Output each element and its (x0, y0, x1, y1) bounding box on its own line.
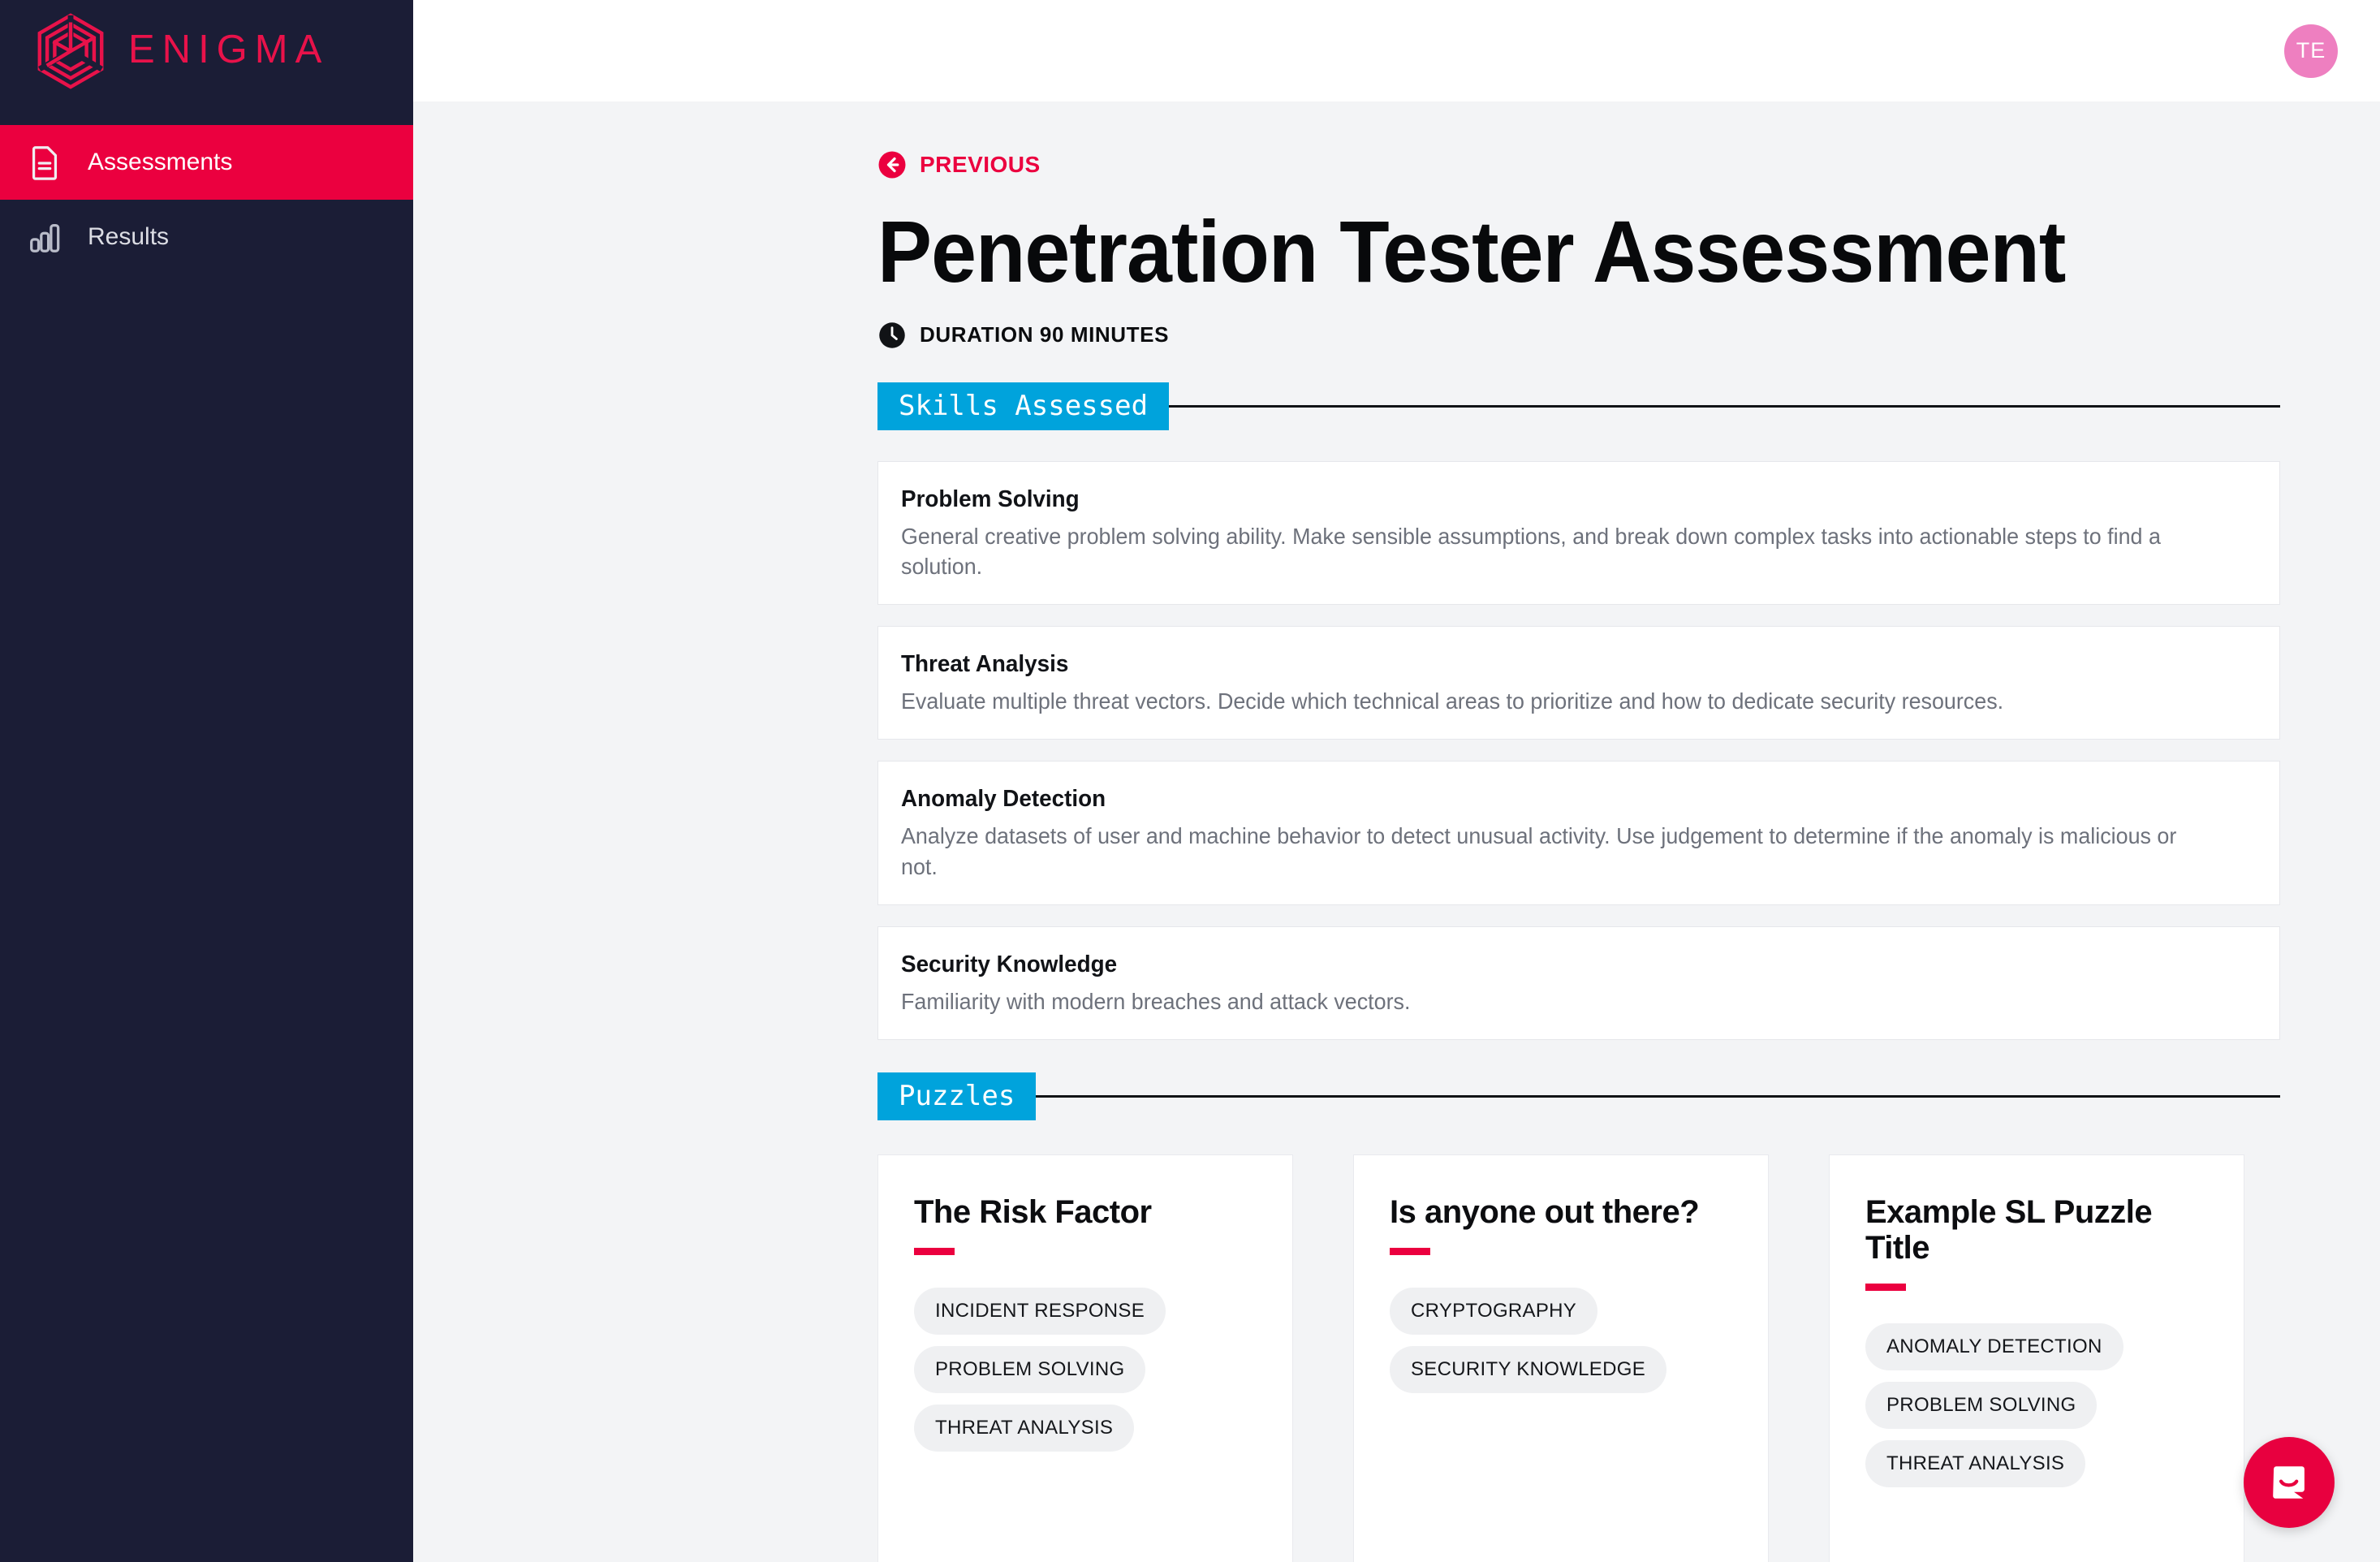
skill-description: Analyze datasets of user and machine beh… (901, 823, 2177, 879)
arrow-left-circle-icon (878, 151, 906, 179)
puzzle-tag: THREAT ANALYSIS (914, 1405, 1135, 1452)
section-rule (1036, 1095, 2280, 1098)
skills-section-badge: Skills Assessed (877, 382, 1170, 430)
skill-description: General creative problem solving ability… (901, 523, 2161, 579)
puzzle-title: Is anyone out there? (1390, 1194, 1700, 1231)
content-scroll: PREVIOUS Penetration Tester Assessment D… (413, 101, 2380, 1562)
content-inner: PREVIOUS Penetration Tester Assessment D… (877, 101, 2380, 1562)
puzzle-tag: PROBLEM SOLVING (914, 1346, 1146, 1394)
assessment-duration: DURATION 90 MINUTES (877, 321, 2380, 350)
accent-bar (1865, 1284, 1906, 1292)
sidebar-item-assessments[interactable]: Assessments (0, 125, 413, 200)
puzzle-card: Is anyone out there? CRYPTOGRAPHY SECURI… (1353, 1154, 1769, 1562)
puzzle-tags: INCIDENT RESPONSE PROBLEM SOLVING THREAT… (914, 1288, 1257, 1452)
puzzle-card: Example SL Puzzle Title ANOMALY DETECTIO… (1829, 1154, 2244, 1562)
puzzle-tags: CRYPTOGRAPHY SECURITY KNOWLEDGE (1390, 1288, 1732, 1394)
sidebar-item-results[interactable]: Results (0, 200, 413, 274)
puzzle-tag: SECURITY KNOWLEDGE (1390, 1346, 1667, 1394)
avatar[interactable]: TE (2284, 24, 2338, 78)
skill-card: Anomaly Detection Analyze datasets of us… (877, 761, 2280, 905)
skill-card: Problem Solving General creative problem… (877, 460, 2280, 606)
puzzle-tag: CRYPTOGRAPHY (1390, 1288, 1598, 1335)
skill-title: Problem Solving (901, 485, 1080, 512)
accent-bar (914, 1248, 955, 1256)
skill-title: Anomaly Detection (901, 786, 1106, 813)
sidebar-item-label: Assessments (88, 149, 233, 175)
skill-card: Threat Analysis Evaluate multiple threat… (877, 626, 2280, 740)
chat-launcher-button[interactable] (2244, 1437, 2335, 1528)
bar-chart-icon (30, 223, 60, 252)
skill-description: Evaluate multiple threat vectors. Decide… (901, 688, 2004, 714)
skill-card: Security Knowledge Familiarity with mode… (877, 926, 2280, 1041)
main-area: TE PREVIOUS Penetration Tester Assessmen… (413, 0, 2380, 1562)
enigma-hex-logo-icon (37, 13, 104, 89)
puzzle-tag: ANOMALY DETECTION (1865, 1323, 2123, 1371)
skill-title: Threat Analysis (901, 651, 1069, 678)
duration-label: DURATION 90 MINUTES (920, 322, 1170, 347)
puzzles-section-header: Puzzles (877, 1072, 2280, 1121)
skills-list: Problem Solving General creative problem… (877, 460, 2280, 1041)
puzzle-card: The Risk Factor INCIDENT RESPONSE PROBLE… (877, 1154, 1293, 1562)
sidebar: ENIGMA Assessments Results (0, 0, 413, 1562)
chat-bubble-smile-icon (2273, 1466, 2305, 1499)
puzzles-section-badge: Puzzles (877, 1072, 1037, 1121)
puzzle-tag: INCIDENT RESPONSE (914, 1288, 1166, 1335)
previous-label: PREVIOUS (920, 152, 1041, 177)
clock-icon (879, 321, 905, 348)
skill-description: Familiarity with modern breaches and att… (901, 988, 1411, 1014)
topbar: TE (413, 0, 2380, 101)
section-rule (1169, 404, 2280, 408)
skills-section-header: Skills Assessed (877, 382, 2280, 430)
sidebar-nav: Assessments Results (0, 125, 413, 274)
puzzle-tags: ANOMALY DETECTION PROBLEM SOLVING THREAT… (1865, 1323, 2208, 1488)
page-title: Penetration Tester Assessment (877, 202, 2066, 300)
brand-name: ENIGMA (128, 27, 330, 71)
accent-bar (1390, 1248, 1430, 1256)
previous-link[interactable]: PREVIOUS (877, 150, 1041, 179)
document-icon (32, 146, 58, 180)
sidebar-item-label: Results (88, 223, 170, 250)
puzzles-list: The Risk Factor INCIDENT RESPONSE PROBLE… (877, 1154, 2280, 1562)
puzzle-title: Example SL Puzzle Title (1865, 1194, 2153, 1266)
skill-title: Security Knowledge (901, 951, 1118, 977)
puzzle-tag: THREAT ANALYSIS (1865, 1440, 2086, 1488)
puzzle-tag: PROBLEM SOLVING (1865, 1382, 2098, 1430)
brand[interactable]: ENIGMA (0, 0, 413, 89)
app-root: ENIGMA Assessments Results TE PREVIOUS P… (0, 0, 2380, 1562)
puzzle-title: The Risk Factor (914, 1194, 1152, 1231)
